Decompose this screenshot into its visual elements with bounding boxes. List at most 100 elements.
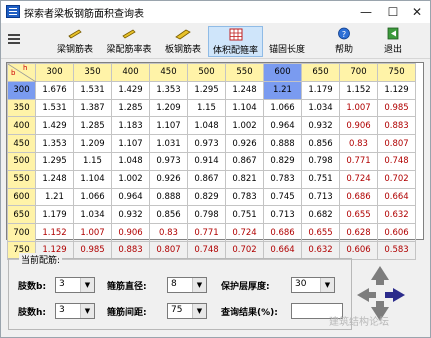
table-cell[interactable]: 0.686 <box>339 187 378 207</box>
table-cell[interactable]: 0.985 <box>377 98 416 118</box>
table-cell[interactable]: 1.295 <box>187 80 226 100</box>
table-cell[interactable]: 0.883 <box>377 116 416 136</box>
table-cell[interactable]: 0.724 <box>339 169 378 189</box>
table-cell[interactable]: 0.906 <box>111 223 150 242</box>
table-cell[interactable]: 0.606 <box>377 223 416 242</box>
table-cell[interactable]: 1.248 <box>35 169 74 189</box>
table-cell[interactable]: 0.783 <box>225 187 264 207</box>
table-cell[interactable]: 0.926 <box>225 134 264 153</box>
table-cell[interactable]: 0.682 <box>301 205 340 225</box>
table-cell[interactable]: 1.107 <box>149 116 188 136</box>
stirrup-dia-select[interactable]: 8 ▼ <box>167 277 207 293</box>
table-cell[interactable]: 0.771 <box>339 151 378 171</box>
table-cell[interactable]: 0.829 <box>263 151 302 171</box>
table-cell[interactable]: 1.353 <box>35 134 74 153</box>
table-cell[interactable]: 1.676 <box>35 80 74 100</box>
table-cell[interactable]: 1.129 <box>377 80 416 100</box>
table-cell[interactable]: 1.387 <box>73 98 112 118</box>
table-cell[interactable]: 0.973 <box>187 134 226 153</box>
table-cell[interactable]: 1.034 <box>301 98 340 118</box>
table-cell[interactable]: 1.531 <box>35 98 74 118</box>
column-header[interactable]: 500 <box>187 63 226 82</box>
table-cell[interactable]: 1.21 <box>35 187 74 207</box>
column-header[interactable]: 600 <box>263 63 302 82</box>
table-cell[interactable]: 0.664 <box>263 240 302 260</box>
table-cell[interactable]: 1.15 <box>187 98 226 118</box>
toolbar-item-beam-ratio[interactable]: 梁配筋率表 <box>101 26 157 57</box>
table-cell[interactable]: 1.066 <box>73 187 112 207</box>
table-cell[interactable]: 0.888 <box>149 187 188 207</box>
table-cell[interactable]: 0.583 <box>377 240 416 260</box>
table-cell[interactable]: 1.066 <box>263 98 302 118</box>
table-cell[interactable]: 0.655 <box>339 205 378 225</box>
table-cell[interactable]: 0.606 <box>339 240 378 260</box>
toolbar-item-anchorage[interactable]: 锚固长度 <box>263 26 311 57</box>
table-cell[interactable]: 1.248 <box>225 80 264 100</box>
table-cell[interactable]: 0.798 <box>301 151 340 171</box>
table-cell[interactable]: 0.702 <box>377 169 416 189</box>
table-cell[interactable]: 1.429 <box>35 116 74 136</box>
table-cell[interactable]: 0.713 <box>263 205 302 225</box>
table-cell[interactable]: 0.628 <box>339 223 378 242</box>
table-cell[interactable]: 0.985 <box>73 240 112 260</box>
table-cell[interactable]: 1.531 <box>73 80 112 100</box>
table-cell[interactable]: 1.295 <box>35 151 74 171</box>
table-cell[interactable]: 0.686 <box>263 223 302 242</box>
table-cell[interactable]: 0.655 <box>301 223 340 242</box>
toolbar-item-slab-rebar[interactable]: 板钢筋表 <box>159 26 207 57</box>
column-header[interactable]: 750 <box>377 63 416 82</box>
row-header[interactable]: 450 <box>7 134 36 153</box>
table-cell[interactable]: 0.745 <box>263 187 302 207</box>
row-header[interactable]: 550 <box>7 169 36 189</box>
minimize-button[interactable]: — <box>356 3 376 21</box>
table-cell[interactable]: 0.748 <box>377 151 416 171</box>
table-cell[interactable]: 1.002 <box>225 116 264 136</box>
table-cell[interactable]: 1.048 <box>111 151 150 171</box>
table-cell[interactable]: 0.751 <box>225 205 264 225</box>
table-cell[interactable]: 1.21 <box>263 80 302 100</box>
table-cell[interactable]: 1.353 <box>149 80 188 100</box>
table-cell[interactable]: 0.867 <box>187 169 226 189</box>
table-cell[interactable]: 0.856 <box>149 205 188 225</box>
table-cell[interactable]: 0.973 <box>149 151 188 171</box>
toolbar-item-exit[interactable]: 退出 <box>376 26 410 57</box>
table-cell[interactable]: 1.007 <box>73 223 112 242</box>
table-cell[interactable]: 0.713 <box>301 187 340 207</box>
table-cell[interactable]: 1.107 <box>111 134 150 153</box>
arrow-right-icon[interactable] <box>393 288 405 302</box>
table-cell[interactable]: 1.034 <box>73 205 112 225</box>
column-header[interactable]: 350 <box>73 63 112 82</box>
table-cell[interactable]: 1.002 <box>111 169 150 189</box>
table-cell[interactable]: 0.914 <box>187 151 226 171</box>
row-header[interactable]: 500 <box>7 151 36 171</box>
table-cell[interactable]: 0.821 <box>225 169 264 189</box>
column-header[interactable]: 400 <box>111 63 150 82</box>
table-cell[interactable]: 1.183 <box>111 116 150 136</box>
table-cell[interactable]: 0.807 <box>149 240 188 260</box>
table-cell[interactable]: 0.783 <box>263 169 302 189</box>
table-cell[interactable]: 0.83 <box>149 223 188 242</box>
chevron-down-icon[interactable]: ▼ <box>192 278 206 292</box>
table-cell[interactable]: 0.664 <box>377 187 416 207</box>
table-cell[interactable]: 0.702 <box>225 240 264 260</box>
chevron-down-icon[interactable]: ▼ <box>80 278 94 292</box>
table-cell[interactable]: 0.829 <box>187 187 226 207</box>
row-header[interactable]: 350 <box>7 98 36 118</box>
maximize-button[interactable]: ☐ <box>383 3 403 21</box>
table-cell[interactable]: 0.883 <box>111 240 150 260</box>
row-header[interactable]: 300 <box>7 80 36 100</box>
table-cell[interactable]: 1.285 <box>111 98 150 118</box>
row-header[interactable]: 650 <box>7 205 36 225</box>
table-cell[interactable]: 0.964 <box>111 187 150 207</box>
table-cell[interactable]: 1.209 <box>73 134 112 153</box>
column-header[interactable]: 450 <box>149 63 188 82</box>
table-cell[interactable]: 0.867 <box>225 151 264 171</box>
legs-b-select[interactable]: 3 ▼ <box>55 277 95 293</box>
table-cell[interactable]: 0.83 <box>339 134 378 153</box>
chevron-down-icon[interactable]: ▼ <box>320 278 334 292</box>
table-cell[interactable]: 0.888 <box>263 134 302 153</box>
table-cell[interactable]: 0.751 <box>301 169 340 189</box>
table-cell[interactable]: 1.031 <box>149 134 188 153</box>
chevron-down-icon[interactable]: ▼ <box>192 304 206 318</box>
table-cell[interactable]: 0.632 <box>301 240 340 260</box>
